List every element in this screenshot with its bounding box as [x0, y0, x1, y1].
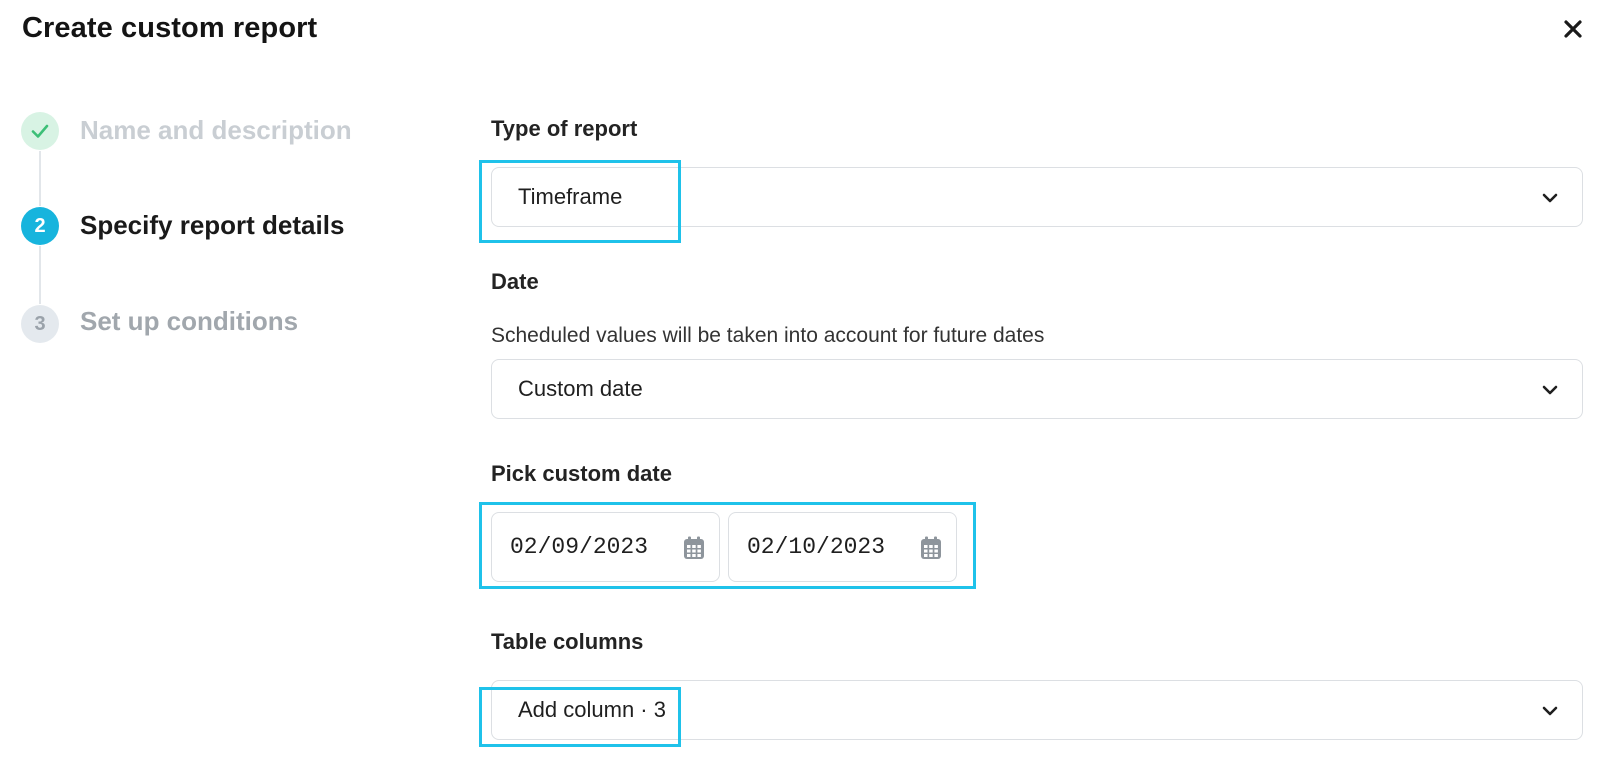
- start-date-input[interactable]: 02/09/2023: [491, 512, 720, 582]
- report-type-value: Timeframe: [518, 184, 623, 209]
- step-1-label[interactable]: Name and description: [80, 115, 352, 146]
- step-connector: [39, 246, 41, 304]
- table-columns-label: Table columns: [491, 629, 644, 654]
- report-type-label: Type of report: [491, 116, 638, 141]
- step-1-done-marker: [21, 112, 59, 150]
- table-columns-value: Add column · 3: [518, 697, 666, 722]
- chevron-down-icon: [1542, 193, 1558, 203]
- start-date-value: 02/09/2023: [510, 534, 649, 560]
- end-date-value: 02/10/2023: [747, 534, 886, 560]
- end-date-input[interactable]: 02/10/2023: [728, 512, 957, 582]
- close-button[interactable]: [1556, 12, 1590, 46]
- custom-date-label: Pick custom date: [491, 461, 672, 486]
- dialog-title: Create custom report: [22, 12, 318, 44]
- date-value: Custom date: [518, 376, 643, 401]
- table-columns-select[interactable]: Add column · 3: [491, 680, 1583, 740]
- chevron-down-icon: [1542, 385, 1558, 395]
- report-type-select[interactable]: Timeframe: [491, 167, 1583, 227]
- calendar-icon[interactable]: [683, 536, 705, 560]
- chevron-down-icon: [1542, 706, 1558, 716]
- step-connector: [39, 151, 41, 206]
- check-icon: [31, 124, 49, 138]
- date-select[interactable]: Custom date: [491, 359, 1583, 419]
- step-3-marker: 3: [21, 305, 59, 343]
- calendar-icon[interactable]: [920, 536, 942, 560]
- date-label: Date: [491, 269, 539, 294]
- date-hint: Scheduled values will be taken into acco…: [491, 324, 1045, 347]
- step-2-label: Specify report details: [80, 210, 345, 240]
- close-icon: [1564, 20, 1582, 38]
- step-3-label: Set up conditions: [80, 306, 299, 336]
- step-2-marker: 2: [21, 207, 59, 245]
